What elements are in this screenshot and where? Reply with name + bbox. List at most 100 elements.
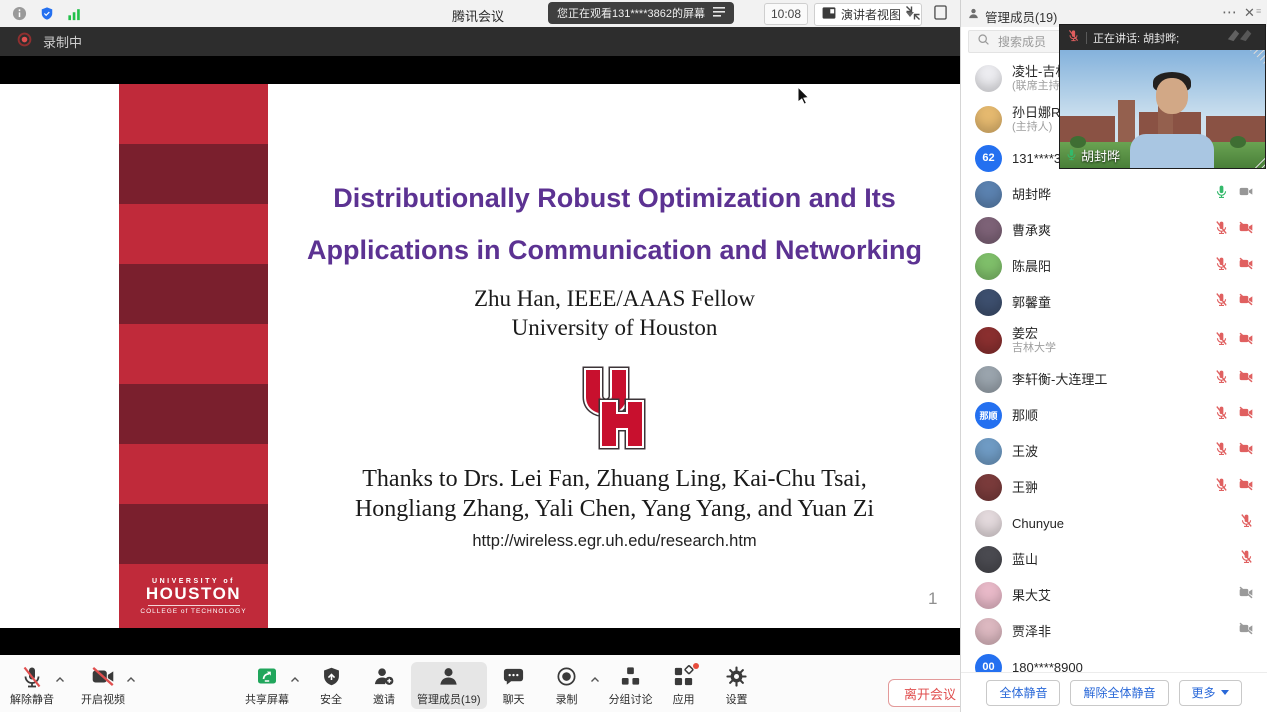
toolbar-button-cam-off[interactable]: 开启视频 xyxy=(81,664,125,707)
participant-name-block: 王翀 xyxy=(1012,480,1204,495)
camera-off-icon xyxy=(1238,441,1254,461)
list-icon[interactable] xyxy=(713,7,725,20)
mic-muted-icon xyxy=(1214,477,1229,497)
slide-page-number: 1 xyxy=(928,589,937,609)
toolbar-label: 解除静音 xyxy=(10,691,54,707)
participant-row[interactable]: 王波 xyxy=(961,433,1267,469)
participant-row[interactable]: 王翀 xyxy=(961,469,1267,505)
toolbar-button-record[interactable]: 录制 xyxy=(545,664,589,707)
participant-avatar xyxy=(975,582,1002,609)
exit-fullscreen-icon[interactable] xyxy=(905,5,921,26)
toolbar-label: 录制 xyxy=(556,691,578,707)
toolbar-button-members[interactable]: 管理成员(19) xyxy=(411,662,487,709)
participant-status xyxy=(1214,405,1254,425)
speaking-banner-text: 正在讲话: 胡封晔; xyxy=(1093,30,1179,46)
video-name-text: 胡封晔 xyxy=(1081,146,1120,165)
banner-stripe xyxy=(119,144,268,204)
toolbar-unit-breakout: 分组讨论 xyxy=(609,664,653,707)
participant-status xyxy=(1214,477,1254,497)
participant-name: 王波 xyxy=(1012,444,1204,459)
slide-thanks-block: Thanks to Drs. Lei Fan, Zhuang Ling, Kai… xyxy=(268,464,961,524)
uh-college: COLLEGE of TECHNOLOGY xyxy=(140,608,246,615)
divider xyxy=(1086,32,1087,44)
participant-row[interactable]: 那顺那顺 xyxy=(961,397,1267,433)
toolbar-button-shield[interactable]: 安全 xyxy=(309,664,353,707)
drag-grip-icon[interactable]: ≡ xyxy=(1256,6,1261,16)
speaker-video-window[interactable]: 正在讲话: 胡封晔; 胡封晔 xyxy=(1060,25,1265,168)
divider xyxy=(148,605,240,606)
participant-name-block: 那顺 xyxy=(1012,408,1204,423)
settings-icon xyxy=(725,664,748,689)
slide-title-line2: Applications in Communication and Networ… xyxy=(268,224,961,276)
participant-name: 王翀 xyxy=(1012,480,1204,495)
notification-dot xyxy=(693,663,699,669)
participant-name-block: 180****8900 xyxy=(1012,660,1244,674)
view-mode-label: 演讲者视图 xyxy=(841,6,901,23)
panel-footer-button[interactable]: 更多 xyxy=(1179,680,1242,706)
mic-muted-icon xyxy=(1214,220,1229,240)
participant-row[interactable]: 蓝山 xyxy=(961,541,1267,577)
participant-row[interactable]: 果大艾 xyxy=(961,577,1267,613)
toolbar-unit-invite: 邀请 xyxy=(362,664,406,707)
toolbar-button-chat[interactable]: 聊天 xyxy=(492,664,536,707)
participant-row[interactable]: 姜宏吉林大学 xyxy=(961,320,1267,361)
chevron-up-icon[interactable] xyxy=(590,671,600,689)
participant-row[interactable]: 郭馨童 xyxy=(961,284,1267,320)
toolbar-unit-settings: 设置 xyxy=(715,664,759,707)
uh-university-big: HOUSTON xyxy=(146,585,241,603)
toolbar-button-apps[interactable]: 应用 xyxy=(662,664,706,707)
resize-handle[interactable] xyxy=(1250,50,1265,65)
participant-name-block: Chunyue xyxy=(1012,516,1229,531)
banner-stripe xyxy=(119,504,268,564)
title-bar: 腾讯会议 您正在观看131****3862的屏幕 10:08 演讲者视图 管理成… xyxy=(0,0,1267,28)
toolbar-button-breakout[interactable]: 分组讨论 xyxy=(609,664,653,707)
panel-divider xyxy=(960,0,961,27)
participant-avatar xyxy=(975,618,1002,645)
mic-off-icon xyxy=(20,664,44,689)
close-panel-icon[interactable]: ✕ xyxy=(1244,3,1255,23)
network-signal-icon[interactable] xyxy=(67,7,82,26)
participant-row[interactable]: 李轩衡-大连理工 xyxy=(961,361,1267,397)
camera-off-icon xyxy=(1238,369,1254,389)
panel-footer-button[interactable]: 解除全体静音 xyxy=(1070,680,1168,706)
participant-status xyxy=(1239,513,1254,533)
participant-avatar xyxy=(975,181,1002,208)
camera-on-icon xyxy=(1238,184,1254,204)
participant-row[interactable]: 贾泽非 xyxy=(961,613,1267,649)
participant-status xyxy=(1238,585,1254,605)
apps-icon xyxy=(672,664,695,689)
more-options-icon[interactable]: ⋯ xyxy=(1222,3,1237,23)
toolbar-button-mic-off[interactable]: 解除静音 xyxy=(10,664,54,707)
dropdown-caret-icon xyxy=(1221,690,1229,695)
chevron-up-icon[interactable] xyxy=(126,671,136,689)
breakout-icon xyxy=(619,664,642,689)
security-shield-icon[interactable] xyxy=(40,6,54,26)
tencent-meeting-window: 腾讯会议 您正在观看131****3862的屏幕 10:08 演讲者视图 管理成… xyxy=(0,0,1267,712)
toolbar-button-settings[interactable]: 设置 xyxy=(715,664,759,707)
toolbar-unit-share-screen: 共享屏幕 xyxy=(245,664,300,707)
mic-muted-icon xyxy=(1214,369,1229,389)
chevron-up-icon[interactable] xyxy=(290,671,300,689)
toolbar-button-share-screen[interactable]: 共享屏幕 xyxy=(245,664,289,707)
participant-name-block: 姜宏吉林大学 xyxy=(1012,326,1204,355)
chevron-up-icon[interactable] xyxy=(55,671,65,689)
participant-status xyxy=(1214,441,1254,461)
info-icon[interactable] xyxy=(12,6,27,26)
participant-row[interactable]: 00180****8900 xyxy=(961,649,1267,673)
panel-footer-button[interactable]: 全体静音 xyxy=(986,680,1060,706)
participant-name: Chunyue xyxy=(1012,516,1229,531)
sidebar-frame-icon[interactable] xyxy=(934,5,947,25)
chat-icon xyxy=(502,664,525,689)
participant-row[interactable]: 陈晨阳 xyxy=(961,248,1267,284)
participant-row[interactable]: 曹承爽 xyxy=(961,212,1267,248)
toolbar-label: 共享屏幕 xyxy=(245,691,289,707)
participant-row[interactable]: 胡封晔 xyxy=(961,176,1267,212)
shield-icon xyxy=(321,664,342,689)
participant-name-block: 蓝山 xyxy=(1012,552,1229,567)
participant-row[interactable]: Chunyue xyxy=(961,505,1267,541)
participant-avatar xyxy=(975,546,1002,573)
toolbar-button-invite[interactable]: 邀请 xyxy=(362,664,406,707)
layout-icon xyxy=(822,7,836,22)
invite-icon xyxy=(372,664,396,689)
toolbar-label: 应用 xyxy=(673,691,695,707)
